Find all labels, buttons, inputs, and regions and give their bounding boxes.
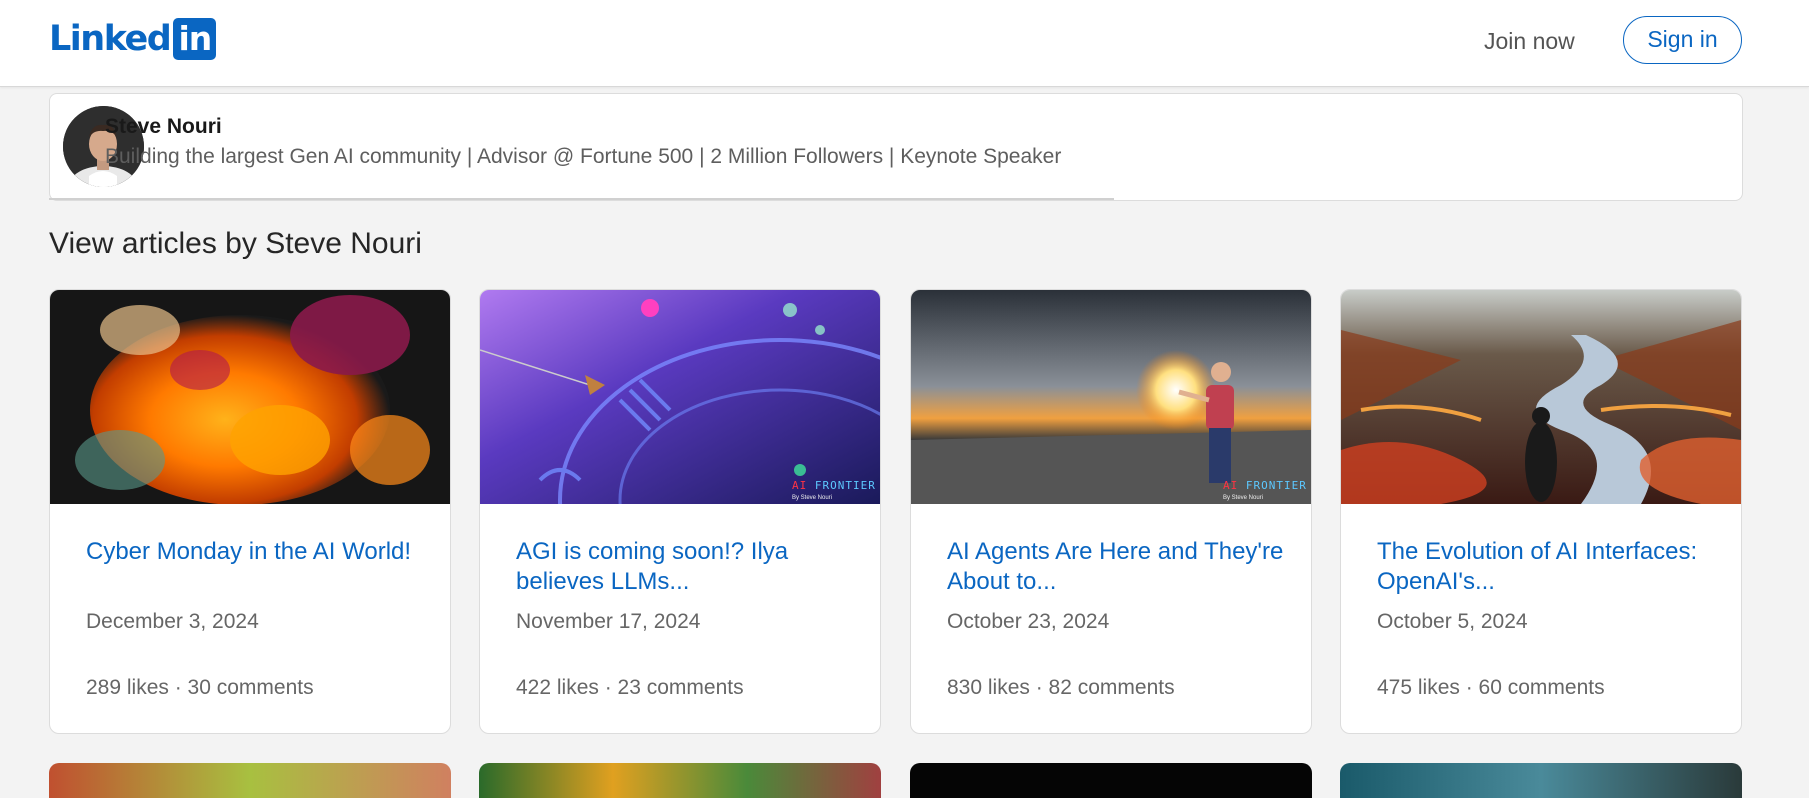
article-engagement: 289 likes · 30 comments (86, 676, 314, 699)
article-thumbnail: AI FRONTIER By Steve Nouri (480, 290, 880, 504)
article-thumbnail (1341, 290, 1741, 504)
logo-in-box: in (173, 18, 217, 60)
article-title[interactable]: AI Agents Are Here and They're About to.… (947, 537, 1287, 597)
article-card[interactable]: AI FRONTIER By Steve Nouri AGI is coming… (479, 289, 881, 734)
article-date: December 3, 2024 (86, 610, 259, 633)
article-thumbnail (50, 290, 450, 504)
author-name[interactable]: Steve Nouri (105, 115, 222, 139)
sign-in-button[interactable]: Sign in (1623, 16, 1742, 64)
article-date: November 17, 2024 (516, 610, 701, 633)
article-card[interactable]: AI FRONTIER By Steve Nouri AI Agents Are… (910, 289, 1312, 734)
divider (49, 198, 1114, 200)
article-card[interactable]: The Evolution of AI Interfaces: OpenAI's… (1340, 289, 1742, 734)
article-card-thumbnail-partial[interactable] (479, 763, 881, 798)
article-title[interactable]: AGI is coming soon!? Ilya believes LLMs.… (516, 537, 856, 597)
section-title: View articles by Steve Nouri (49, 227, 422, 260)
article-card-thumbnail-partial[interactable] (910, 763, 1312, 798)
article-card-thumbnail-partial[interactable] (1340, 763, 1742, 798)
article-title[interactable]: The Evolution of AI Interfaces: OpenAI's… (1377, 537, 1717, 597)
linkedin-logo[interactable]: Linked in (49, 18, 217, 60)
author-headline: Building the largest Gen AI community | … (105, 145, 1062, 168)
top-navigation-bar: Linked in Join now Sign in (0, 0, 1809, 87)
article-card-thumbnail-partial[interactable] (49, 763, 451, 798)
article-date: October 23, 2024 (947, 610, 1110, 633)
join-now-link[interactable]: Join now (1470, 22, 1589, 60)
article-engagement: 830 likes · 82 comments (947, 676, 1175, 699)
article-card[interactable]: Cyber Monday in the AI World! December 3… (49, 289, 451, 734)
logo-wordmark: Linked (49, 19, 172, 59)
article-engagement: 422 likes · 23 comments (516, 676, 744, 699)
watermark-badge: AI FRONTIER (1223, 479, 1307, 492)
article-date: October 5, 2024 (1377, 610, 1528, 633)
watermark-badge: AI FRONTIER (792, 479, 876, 492)
article-thumbnail: AI FRONTIER By Steve Nouri (911, 290, 1311, 504)
article-title[interactable]: Cyber Monday in the AI World! (86, 537, 426, 567)
article-engagement: 475 likes · 60 comments (1377, 676, 1605, 699)
